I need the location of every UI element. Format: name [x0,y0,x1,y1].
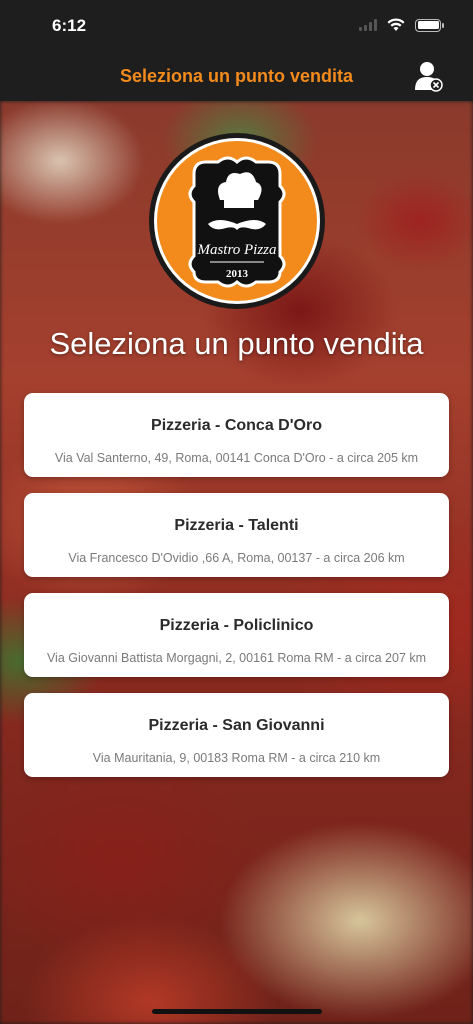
store-list: Pizzeria - Conca D'Oro Via Val Santerno,… [24,393,449,793]
brand-logo: Mastro Pizza 2013 [149,133,325,309]
store-name: Pizzeria - Talenti [174,517,299,534]
store-card-talenti[interactable]: Pizzeria - Talenti Via Francesco D'Ovidi… [24,493,449,577]
wifi-icon [387,18,405,31]
store-address: Via Val Santerno, 49, Roma, 00141 Conca … [54,451,419,465]
store-address: Via Francesco D'Ovidio ,66 A, Roma, 0013… [68,551,405,565]
brand-year: 2013 [226,268,249,280]
nav-title: Seleziona un punto vendita [119,66,353,86]
brand-name: Mastro Pizza [196,242,276,258]
signal-icon [359,19,377,31]
store-address: Via Giovanni Battista Morgagni, 2, 00161… [46,651,427,665]
status-icons [359,18,444,32]
top-bar: 6:12 Seleziona un punto vendita [0,0,473,101]
status-time: 6:12 [52,16,87,35]
page-headline: Seleziona un punto vendita [49,326,424,361]
user-remove-button[interactable] [414,60,444,92]
store-address: Via Mauritania, 9, 00183 Roma RM - a cir… [92,751,381,765]
battery-icon [415,18,444,32]
store-card-conca-doro[interactable]: Pizzeria - Conca D'Oro Via Val Santerno,… [24,393,449,477]
store-name: Pizzeria - Conca D'Oro [151,417,322,434]
store-card-san-giovanni[interactable]: Pizzeria - San Giovanni Via Mauritania, … [24,693,449,777]
store-name: Pizzeria - Policlinico [159,617,314,634]
user-remove-icon [415,62,443,92]
home-indicator[interactable] [152,1009,322,1014]
store-name: Pizzeria - San Giovanni [148,717,325,734]
store-card-policlinico[interactable]: Pizzeria - Policlinico Via Giovanni Batt… [24,593,449,677]
